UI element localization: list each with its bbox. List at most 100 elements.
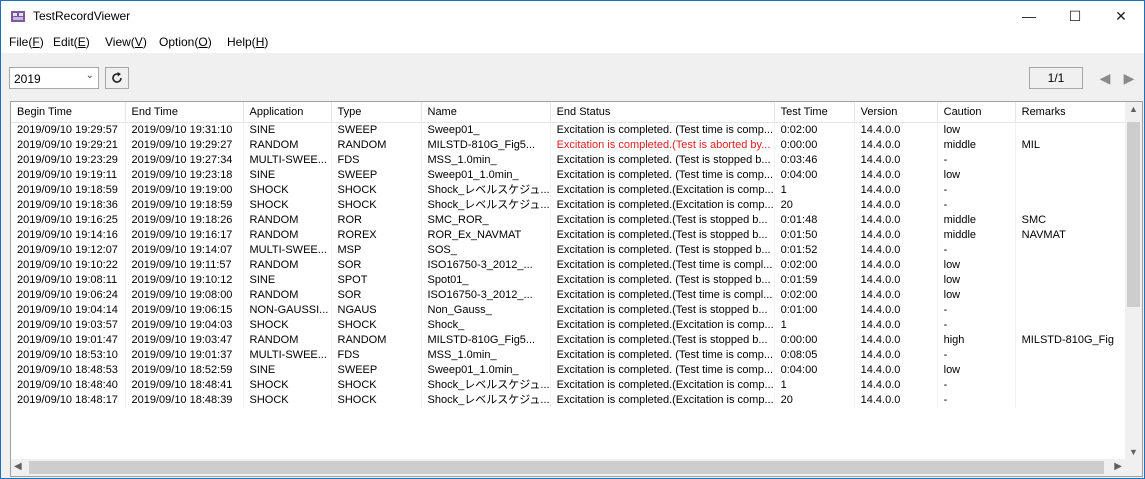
table-cell: SWEEP [331, 168, 422, 183]
table-row[interactable]: 2019/09/10 19:16:25 2019/09/10 19:18:26 RA… [11, 213, 1140, 228]
table-cell: Excitation is completed. (Test is stoppe… [550, 243, 775, 258]
column-header[interactable]: Begin Time [11, 102, 126, 123]
table-row[interactable]: 2019/09/10 19:19:11 2019/09/10 19:23:18 SI… [11, 168, 1140, 183]
scroll-up-icon[interactable]: ▲ [1125, 104, 1142, 114]
table-row[interactable]: 2019/09/10 19:10:22 2019/09/10 19:11:57 RA… [11, 258, 1140, 273]
table-cell: - [937, 303, 1016, 318]
table-cell: MSP [331, 243, 422, 258]
table-row[interactable]: 2019/09/10 19:14:16 2019/09/10 19:16:17 RA… [11, 228, 1140, 243]
table-row[interactable]: 2019/09/10 19:12:07 2019/09/10 19:14:07 MU… [11, 243, 1140, 258]
table-cell: SHOCK [331, 318, 422, 333]
table-row[interactable]: 2019/09/10 18:48:53 2019/09/10 18:52:59 SI… [11, 363, 1140, 378]
minimize-button[interactable]: — [1006, 1, 1052, 31]
column-header[interactable]: Version [854, 102, 938, 123]
table-cell: ROR_Ex_NAVMAT [421, 228, 551, 243]
table-cell: Excitation is completed. (Test is stoppe… [550, 153, 775, 168]
table-cell: 2019/09/10 18:52:59 [125, 363, 244, 378]
table-cell: SWEEP [331, 122, 422, 138]
table-row[interactable]: 2019/09/10 19:29:21 2019/09/10 19:29:27 RA… [11, 138, 1140, 153]
year-select[interactable]: 2019 ⌄ [9, 67, 99, 89]
table-cell: Shock_ [421, 318, 551, 333]
vertical-scroll-thumb[interactable] [1127, 122, 1140, 307]
maximize-button[interactable]: ☐ [1052, 1, 1098, 31]
table-cell: SINE [243, 122, 332, 138]
scroll-left-icon[interactable]: ◀ [14, 461, 22, 472]
refresh-icon [112, 72, 122, 83]
table-row[interactable]: 2019/09/10 19:01:47 2019/09/10 19:03:47 RA… [11, 333, 1140, 348]
column-header[interactable]: End Status [550, 102, 775, 123]
table-row[interactable]: 2019/09/10 18:53:10 2019/09/10 19:01:37 MU… [11, 348, 1140, 363]
table-cell: SMC [1015, 213, 1140, 228]
table-row[interactable]: 2019/09/10 18:48:40 2019/09/10 18:48:41 SH… [11, 378, 1140, 393]
table-cell: FDS [331, 153, 422, 168]
table-cell: Excitation is completed.(Test time is co… [550, 258, 775, 273]
table-row[interactable]: 2019/09/10 19:03:57 2019/09/10 19:04:03 SH… [11, 318, 1140, 333]
table-cell: Shock_レベルスケジュ... [421, 198, 551, 213]
table-cell: 14.4.0.0 [854, 378, 938, 393]
horizontal-scroll-thumb[interactable] [29, 461, 1104, 474]
table-cell: MULTI-SWEE... [243, 153, 332, 168]
table-row[interactable]: 2019/09/10 19:08:11 2019/09/10 19:10:12 SI… [11, 273, 1140, 288]
menu-edit[interactable]: Edit(E) [53, 35, 90, 49]
table-cell: 14.4.0.0 [854, 348, 938, 363]
table-row[interactable]: 2019/09/10 18:48:17 2019/09/10 18:48:39 SH… [11, 393, 1140, 408]
table-cell: low [937, 168, 1016, 183]
column-header[interactable]: Remarks [1015, 102, 1140, 123]
table-cell: 14.4.0.0 [854, 258, 938, 273]
table-row[interactable]: 2019/09/10 19:29:57 2019/09/10 19:31:10 SI… [11, 122, 1140, 138]
table-cell: 2019/09/10 19:29:21 [11, 138, 126, 153]
horizontal-scrollbar[interactable]: ◀ ▶ [11, 459, 1142, 476]
table-cell: ROR [331, 213, 422, 228]
table-cell: FDS [331, 348, 422, 363]
table-cell: 2019/09/10 19:08:00 [125, 288, 244, 303]
table-cell: 2019/09/10 19:06:24 [11, 288, 126, 303]
next-page-button[interactable]: ▶ [1119, 69, 1139, 87]
table-cell: SHOCK [243, 378, 332, 393]
table-cell: Excitation is completed.(Test time is co… [550, 288, 775, 303]
close-button[interactable]: ✕ [1098, 1, 1144, 31]
column-header[interactable]: Type [331, 102, 422, 123]
column-header[interactable]: Name [421, 102, 551, 123]
table-cell: RANDOM [243, 258, 332, 273]
vertical-scrollbar[interactable]: ▲ ▼ [1125, 102, 1142, 459]
prev-page-button[interactable]: ◀ [1095, 69, 1115, 87]
table-row[interactable]: 2019/09/10 19:04:14 2019/09/10 19:06:15 NO… [11, 303, 1140, 318]
refresh-button[interactable] [105, 67, 129, 89]
table-cell: 14.4.0.0 [854, 168, 938, 183]
column-header[interactable]: End Time [125, 102, 244, 123]
menu-help[interactable]: Help(H) [227, 35, 268, 49]
scroll-down-icon[interactable]: ▼ [1125, 447, 1142, 457]
scroll-right-icon[interactable]: ▶ [1114, 461, 1122, 472]
menu-view[interactable]: View(V) [105, 35, 147, 49]
maximize-icon: ☐ [1068, 7, 1082, 24]
table-cell: Excitation is completed.(Excitation is c… [550, 393, 775, 408]
table-cell: 2019/09/10 19:01:47 [11, 333, 126, 348]
table-cell: Excitation is completed.(Test is stopped… [550, 303, 775, 318]
table-row[interactable]: 2019/09/10 19:23:29 2019/09/10 19:27:34 MU… [11, 153, 1140, 168]
table-cell: MILSTD-810G_Fig5... [421, 333, 551, 348]
table-cell: 14.4.0.0 [854, 333, 938, 348]
column-header[interactable]: Test Time [774, 102, 855, 123]
column-header[interactable]: Application [243, 102, 332, 123]
table-cell: 1 [774, 318, 855, 333]
table-cell: low [937, 273, 1016, 288]
table-cell: 0:04:00 [774, 168, 855, 183]
records-grid[interactable]: Begin Time End Time Application Type Name End… [10, 101, 1143, 477]
table-cell: Excitation is completed.(Test is stopped… [550, 228, 775, 243]
table-cell: low [937, 363, 1016, 378]
table-row[interactable]: 2019/09/10 19:18:59 2019/09/10 19:19:00 SH… [11, 183, 1140, 198]
table-cell: RANDOM [243, 213, 332, 228]
column-header[interactable]: Caution [937, 102, 1016, 123]
table-cell: 1 [774, 183, 855, 198]
table-cell: 14.4.0.0 [854, 318, 938, 333]
table-cell [1015, 318, 1140, 333]
title-bar: TestRecordViewer — ☐ ✕ [1, 1, 1144, 31]
table-cell: MULTI-SWEE... [243, 348, 332, 363]
table-cell: Non_Gauss_ [421, 303, 551, 318]
table-cell: 2019/09/10 19:08:11 [11, 273, 126, 288]
menu-option[interactable]: Option(O) [159, 35, 212, 49]
table-row[interactable]: 2019/09/10 19:18:36 2019/09/10 19:18:59 SH… [11, 198, 1140, 213]
table-row[interactable]: 2019/09/10 19:06:24 2019/09/10 19:08:00 RA… [11, 288, 1140, 303]
table-cell: 2019/09/10 19:23:18 [125, 168, 244, 183]
menu-file[interactable]: File(F) [9, 35, 44, 49]
